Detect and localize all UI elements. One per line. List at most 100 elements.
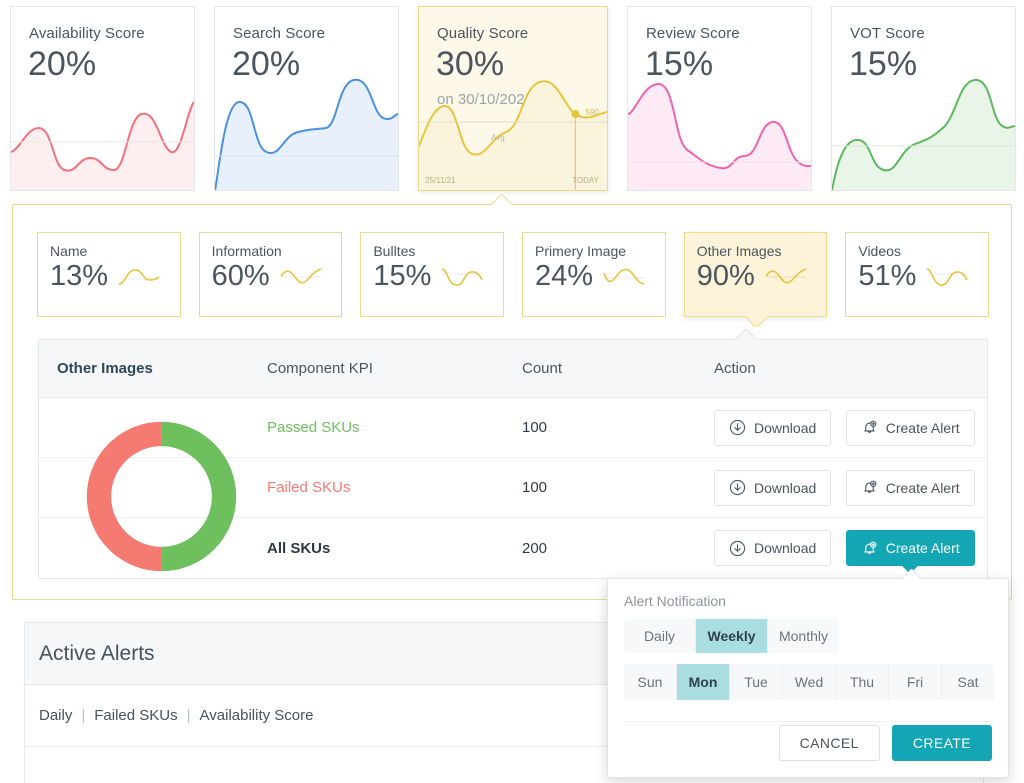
score-card-search[interactable]: Search Score 20% [214,6,399,191]
download-icon [729,419,746,436]
popup-divider [624,721,992,722]
score-card-title: Search Score [233,25,325,42]
frequency-segmented-control: Daily Weekly Monthly [624,619,839,653]
day-option-tue[interactable]: Tue [730,664,783,700]
sku-donut-chart [79,414,244,579]
kpi-tab-label: Bulltes [373,243,491,259]
kpi-tab-value: 24% [535,261,593,293]
score-card-vot[interactable]: VOT Score 15% [831,6,1016,191]
kpi-tab-label: Information [212,243,330,259]
score-card-row: Availability Score 20% Search Score 20% [10,6,1014,194]
row-count: 200 [522,540,714,557]
sparkline-vot [832,70,1015,190]
kpi-tab-information[interactable]: Information 60% [199,232,343,317]
table-header-kpi-group: Other Images [39,360,267,377]
day-option-fri[interactable]: Fri [889,664,942,700]
bell-plus-icon [861,479,878,496]
dashboard-page: Availability Score 20% Search Score 20% [0,0,1024,783]
download-button-label: Download [754,480,816,496]
day-option-sun[interactable]: Sun [624,664,677,700]
chart-avg-label: Avg [491,133,505,142]
kpi-tab-label: Other Images [697,243,815,259]
alert-separator: | [187,707,191,724]
popup-notch-icon [900,569,922,579]
day-option-sat[interactable]: Sat [942,664,994,700]
table-header-row: Other Images Component KPI Count Action [39,340,987,398]
chart-today-label: TODAY [572,176,599,185]
score-card-title: Quality Score [437,25,528,42]
row-count: 100 [522,479,714,496]
create-alert-button-label: Create Alert [886,540,960,556]
kpi-sparkline-icon [279,264,323,290]
alert-score: Availability Score [200,707,314,724]
popup-action-row: CANCEL CREATE [779,725,992,761]
create-alert-button-active[interactable]: Create Alert [846,530,975,566]
download-button[interactable]: Download [714,410,831,446]
kpi-sparkline-icon [602,264,646,290]
alert-kpi: Failed SKUs [94,707,177,724]
download-button-label: Download [754,420,816,436]
kpi-tab-bullets[interactable]: Bulltes 15% [360,232,504,317]
create-alert-button[interactable]: Create Alert [846,470,975,506]
kpi-tab-value: 90% [697,261,755,293]
download-button[interactable]: Download [714,530,831,566]
frequency-option-monthly[interactable]: Monthly [768,619,839,653]
alert-frequency: Daily [39,707,72,724]
sparkline-search [215,70,398,190]
day-option-mon[interactable]: Mon [677,664,730,700]
kpi-tab-primary-image[interactable]: Primery Image 24% [522,232,666,317]
kpi-sparkline-icon [117,264,161,290]
score-card-quality[interactable]: Quality Score 30% on 30/10/2024 Avg 25/1… [418,6,608,191]
sparkline-availability [11,70,194,190]
table-header-count: Count [522,360,714,377]
download-icon [729,540,746,557]
kpi-tab-label: Primery Image [535,243,653,259]
row-kpi-label: Passed SKUs [267,419,522,436]
table-body: Passed SKUs 100 Download [39,398,987,578]
download-button[interactable]: Download [714,470,831,506]
score-card-review[interactable]: Review Score 15% [627,6,812,191]
bell-plus-icon [861,419,878,436]
sparkline-review [628,70,811,190]
table-header-action: Action [714,360,987,377]
frequency-option-daily[interactable]: Daily [624,619,696,653]
create-alert-button[interactable]: Create Alert [846,410,975,446]
day-option-wed[interactable]: Wed [783,664,836,700]
kpi-tab-value: 13% [50,261,108,293]
sparkline-quality [419,70,607,190]
kpi-sparkline-icon [925,264,969,290]
score-card-title: Availability Score [29,25,145,42]
create-alert-button-label: Create Alert [886,420,960,436]
download-button-label: Download [754,540,816,556]
day-option-thu[interactable]: Thu [836,664,889,700]
score-card-availability[interactable]: Availability Score 20% [10,6,195,191]
score-card-title: VOT Score [850,25,925,42]
alert-notification-popup: Alert Notification Daily Weekly Monthly … [607,578,1009,778]
create-button[interactable]: CREATE [892,725,992,761]
kpi-panel: Name 13% Information 60% Bul [12,204,1012,600]
frequency-option-weekly[interactable]: Weekly [696,619,768,653]
kpi-tab-label: Videos [858,243,976,259]
download-icon [729,479,746,496]
cancel-button[interactable]: CANCEL [779,725,880,761]
kpi-sparkline-icon [764,264,808,290]
kpi-tab-videos[interactable]: Videos 51% [845,232,989,317]
kpi-detail-table: Other Images Component KPI Count Action … [38,339,988,579]
kpi-sparkline-icon [440,264,484,290]
popup-title: Alert Notification [608,579,1008,609]
row-kpi-label: Failed SKUs [267,479,522,496]
kpi-tab-other-images[interactable]: Other Images 90% [684,232,828,317]
kpi-tab-value: 60% [212,261,270,293]
table-header-component: Component KPI [267,360,522,377]
kpi-tab-row: Name 13% Information 60% Bul [37,232,989,317]
kpi-tab-notch-icon [745,316,767,327]
row-count: 100 [522,419,714,436]
chart-point-value-label: 590 [586,108,599,117]
active-alerts-title: Active Alerts [39,642,155,666]
kpi-tab-name[interactable]: Name 13% [37,232,181,317]
score-card-title: Review Score [646,25,740,42]
day-selector: Sun Mon Tue Wed Thu Fri Sat [624,664,994,700]
row-kpi-label: All SKUs [267,540,522,557]
kpi-tab-value: 51% [858,261,916,293]
table-notch-icon [734,329,758,340]
